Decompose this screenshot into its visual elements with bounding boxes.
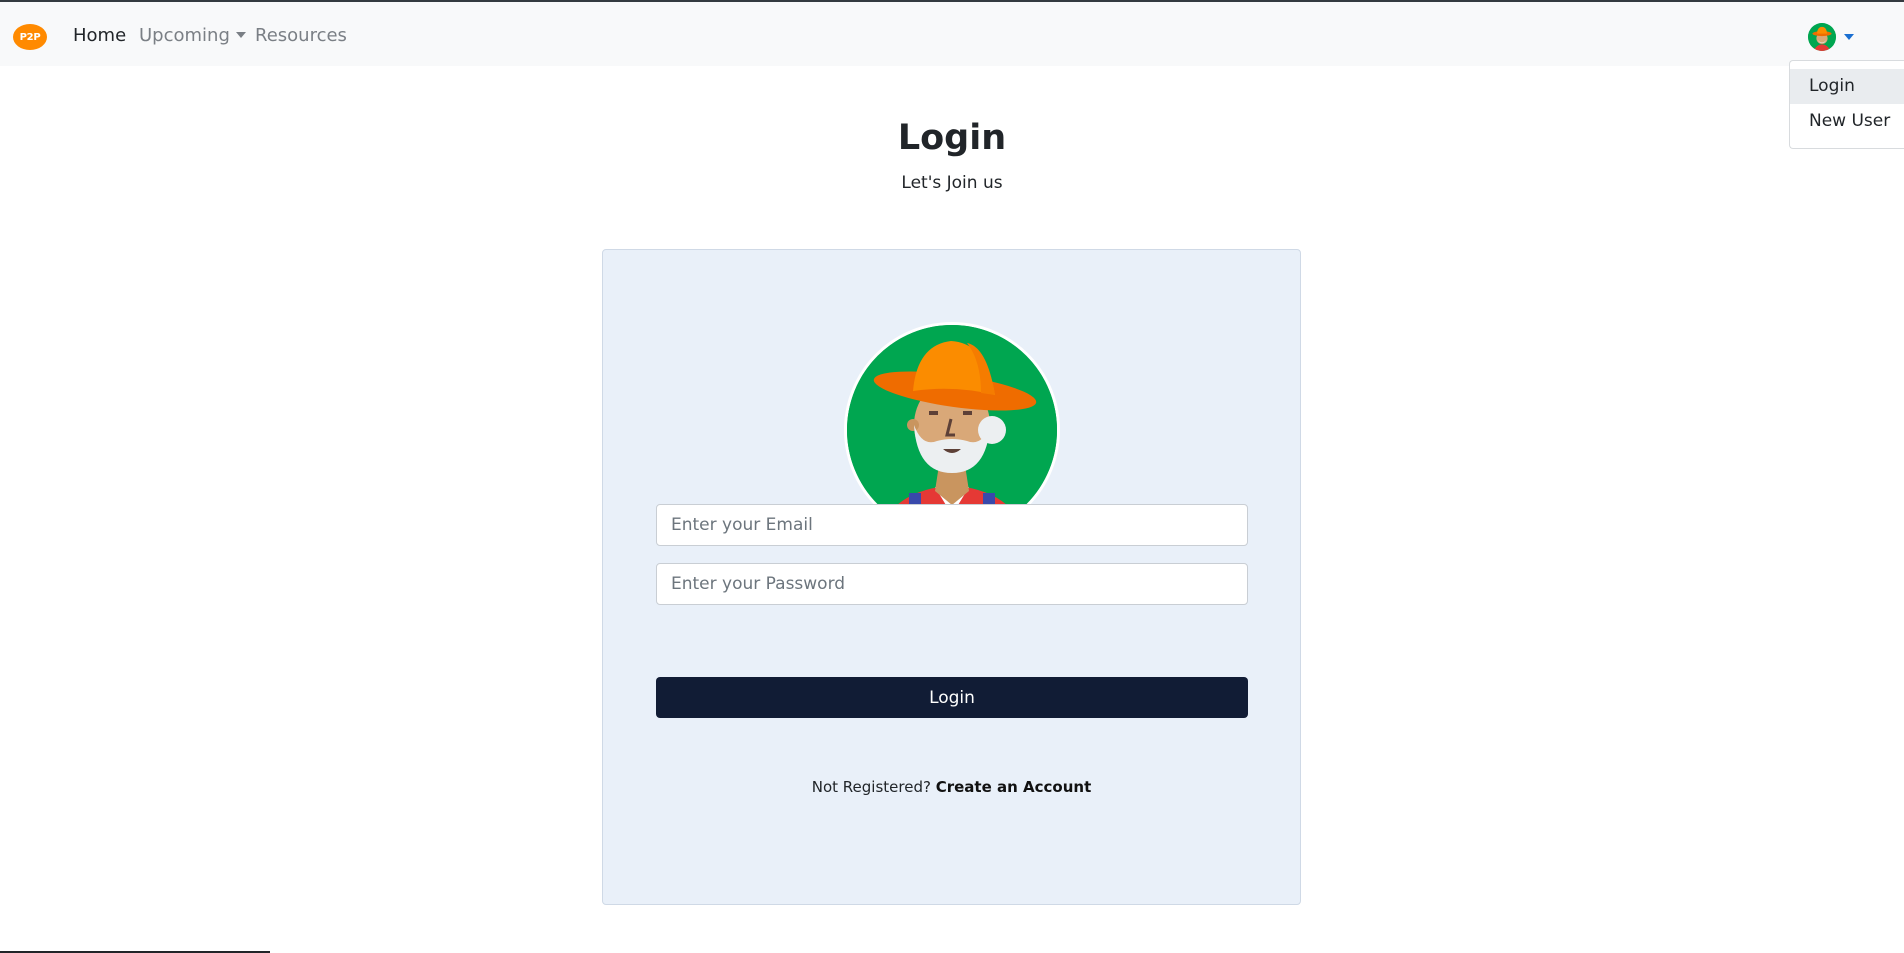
page-subtitle: Let's Join us xyxy=(901,173,1003,193)
page-title: Login xyxy=(897,118,1007,158)
chevron-down-icon xyxy=(235,32,246,38)
user-menu-toggle[interactable] xyxy=(1808,22,1858,52)
nav-upcoming-dropdown[interactable]: Upcoming xyxy=(139,24,246,48)
user-avatar-icon xyxy=(1808,23,1836,51)
navbar: P2P Home Upcoming Resources xyxy=(0,2,1904,66)
dropdown-item-login[interactable]: Login xyxy=(1790,69,1904,104)
register-prompt: Not Registered? Create an Account xyxy=(603,778,1300,796)
nav-resources[interactable]: Resources xyxy=(255,24,347,48)
chevron-down-icon xyxy=(1844,34,1854,40)
create-account-link[interactable]: Create an Account xyxy=(936,778,1092,796)
brand-logo[interactable]: P2P xyxy=(13,24,47,50)
email-input[interactable] xyxy=(656,504,1248,546)
password-input[interactable] xyxy=(656,563,1248,605)
register-prompt-text: Not Registered? xyxy=(811,778,931,796)
login-button[interactable]: Login xyxy=(656,677,1248,718)
nav-upcoming-label: Upcoming xyxy=(139,25,230,46)
login-card: Login Not Registered? Create an Account xyxy=(602,249,1301,905)
nav-home[interactable]: Home xyxy=(73,24,126,48)
